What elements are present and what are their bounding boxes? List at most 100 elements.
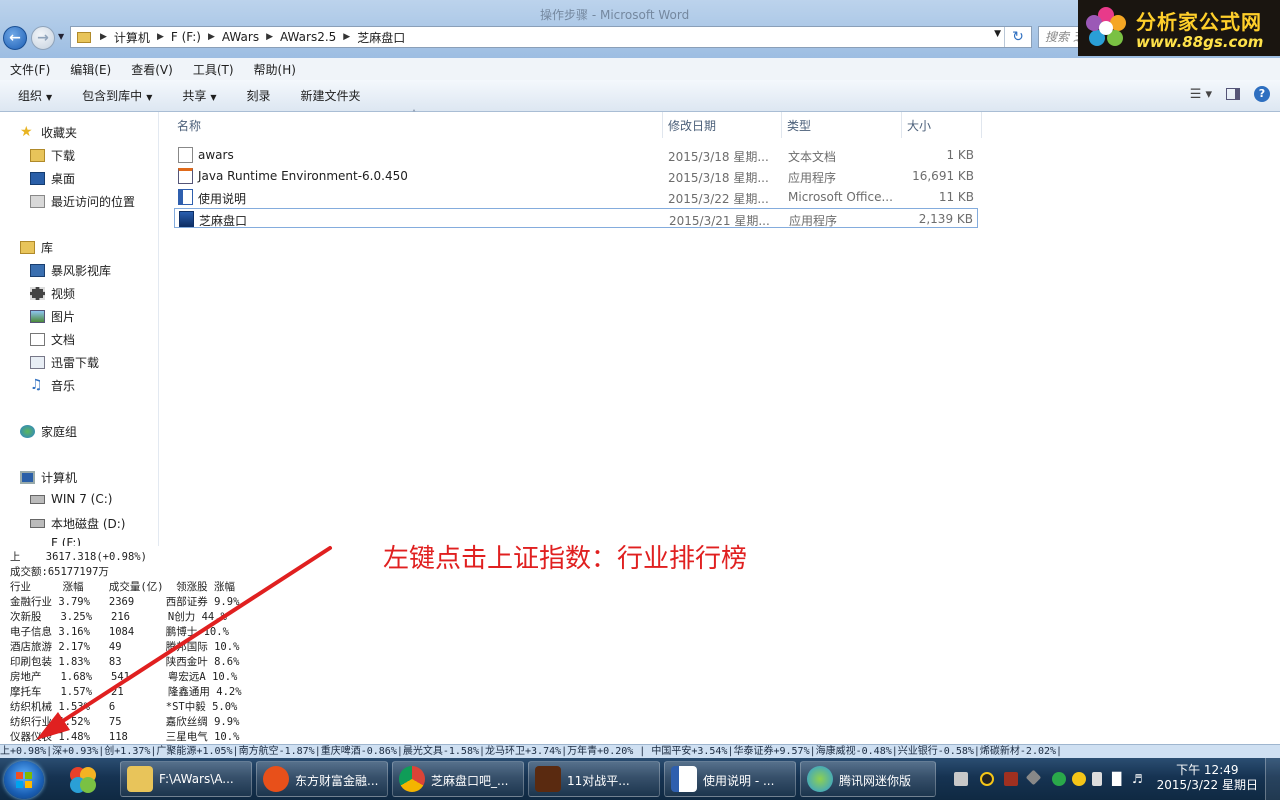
file-size: 11 KB <box>938 190 974 204</box>
nav-music[interactable]: ♫ 音乐 <box>30 377 75 394</box>
menu-tools[interactable]: 工具(T) <box>183 58 244 80</box>
show-desktop-button[interactable] <box>1265 758 1280 800</box>
volume-icon[interactable]: ♬ <box>1132 772 1146 786</box>
address-bar[interactable]: ▶ 计算机 ▶ F (F:) ▶ AWars ▶ AWars2.5 ▶ 芝麻盘口… <box>70 26 1032 48</box>
share-label: 共享 <box>182 89 207 103</box>
file-row[interactable]: 使用说明 2015/3/22 星期... Microsoft Office...… <box>174 187 978 207</box>
view-controls: ☰ ▾ ? <box>1190 86 1270 102</box>
plus-badge-icon[interactable] <box>1072 772 1086 786</box>
column-separator[interactable] <box>781 112 782 138</box>
nav-drive-d[interactable]: 本地磁盘 (D:) <box>30 515 125 532</box>
taskbar-item-game[interactable]: 11对战平... <box>528 761 660 797</box>
file-name: awars <box>198 148 234 162</box>
organize-button[interactable]: 组织 ▼ <box>0 87 64 104</box>
logo-url: www.88gs.com <box>1136 33 1264 51</box>
recent-places-icon <box>30 195 45 208</box>
film-icon <box>30 287 45 300</box>
chevron-right-icon[interactable]: ▶ <box>97 32 110 42</box>
taskbar-item-chrome[interactable]: 芝麻盘口吧_... <box>392 761 524 797</box>
breadcrumb-awars[interactable]: AWars <box>218 30 263 44</box>
file-date: 2015/3/22 星期... <box>668 192 769 206</box>
nav-homegroup[interactable]: 家庭组 <box>20 423 77 440</box>
nav-recent[interactable]: 最近访问的位置 <box>30 193 135 210</box>
nav-downloads[interactable]: 下载 <box>30 147 75 164</box>
menu-help[interactable]: 帮助(H) <box>244 58 306 80</box>
breadcrumb-zhima[interactable]: 芝麻盘口 <box>353 29 409 46</box>
diamond-icon[interactable] <box>1025 769 1042 786</box>
file-row-selected[interactable]: 芝麻盘口 2015/3/21 星期... 应用程序 2,139 KB <box>174 208 978 228</box>
nav-favorites[interactable]: ★ 收藏夹 <box>20 124 77 141</box>
watermark-logo: 分析家公式网 www.88gs.com <box>1078 0 1280 56</box>
file-type: Microsoft Office... <box>788 190 893 204</box>
nav-pictures[interactable]: 图片 <box>30 308 75 325</box>
address-dropdown-icon[interactable]: ▼ <box>994 29 1001 39</box>
homegroup-icon <box>20 425 35 438</box>
new-folder-button[interactable]: 新建文件夹 <box>283 87 373 104</box>
taskbar-item-tencent[interactable]: 腾讯网迷你版 <box>800 761 936 797</box>
column-separator[interactable] <box>662 112 663 138</box>
security-icon[interactable] <box>1052 772 1066 786</box>
nav-baofeng[interactable]: 暴风影视库 <box>30 262 111 279</box>
file-row[interactable]: Java Runtime Environment-6.0.450 2015/3/… <box>174 166 978 186</box>
menu-file[interactable]: 文件(F) <box>0 58 60 80</box>
taskbar-item-word[interactable]: 使用说明 - ... <box>664 761 796 797</box>
column-size[interactable]: 大小 <box>907 117 931 134</box>
chevron-down-icon: ▼ <box>210 93 217 102</box>
taskbar-label: 芝麻盘口吧_... <box>431 774 509 788</box>
back-button[interactable]: ← <box>3 26 27 50</box>
breadcrumb-computer[interactable]: 计算机 <box>110 29 154 46</box>
qq-icon[interactable] <box>980 772 994 786</box>
taskbar-item-eastmoney[interactable]: 东方财富金融... <box>256 761 388 797</box>
pinned-app[interactable] <box>58 761 110 797</box>
column-name[interactable]: 名称 <box>177 117 201 134</box>
breadcrumb-awars25[interactable]: AWars2.5 <box>276 30 340 44</box>
nav-documents[interactable]: 文档 <box>30 331 75 348</box>
app-tray-icon[interactable] <box>1004 772 1018 786</box>
menu-edit[interactable]: 编辑(E) <box>60 58 121 80</box>
nav-videos[interactable]: 视频 <box>30 285 75 302</box>
chevron-right-icon[interactable]: ▶ <box>340 32 353 42</box>
history-dropdown-icon[interactable]: ▼ <box>58 32 64 41</box>
column-date[interactable]: 修改日期 <box>668 117 716 134</box>
stock-ticker[interactable]: 上+0.98%|深+0.93%|创+1.37%|广聚能源+1.05%|南方航空-… <box>0 744 1280 759</box>
keyboard-icon[interactable] <box>954 772 968 786</box>
file-row[interactable]: awars 2015/3/18 星期... 文本文档 1 KB <box>174 145 978 165</box>
taskbar-label: F:\AWars\A... <box>159 772 234 786</box>
column-separator[interactable] <box>901 112 902 138</box>
help-icon[interactable]: ? <box>1254 86 1270 102</box>
nav-desktop[interactable]: 桌面 <box>30 170 75 187</box>
refresh-icon[interactable]: ↻ <box>1004 27 1031 47</box>
clock[interactable]: 下午 12:49 2015/3/22 星期日 <box>1157 763 1258 793</box>
burn-button[interactable]: 刻录 <box>229 87 283 104</box>
nav-label: 家庭组 <box>41 425 78 439</box>
nav-xunlei[interactable]: 迅雷下载 <box>30 354 99 371</box>
chevron-right-icon[interactable]: ▶ <box>263 32 276 42</box>
nav-computer[interactable]: 计算机 <box>20 469 77 486</box>
file-size: 2,139 KB <box>918 212 973 226</box>
nav-drive-c[interactable]: WIN 7 (C:) <box>30 492 112 506</box>
breadcrumb-drive-f[interactable]: F (F:) <box>167 30 205 44</box>
preview-pane-icon[interactable] <box>1226 88 1240 100</box>
nav-libraries[interactable]: 库 <box>20 239 53 256</box>
file-type: 应用程序 <box>788 171 837 185</box>
forward-button[interactable]: → <box>31 26 55 50</box>
column-type[interactable]: 类型 <box>787 117 811 134</box>
taskbar-item-explorer[interactable]: F:\AWars\A... <box>120 761 252 797</box>
app-chart-icon <box>179 211 194 227</box>
taskbar: F:\AWars\A... 东方财富金融... 芝麻盘口吧_... 11对战平.… <box>0 758 1280 800</box>
start-button[interactable] <box>4 761 44 799</box>
view-options-icon[interactable]: ☰ ▾ <box>1190 87 1212 102</box>
chevron-right-icon[interactable]: ▶ <box>205 32 218 42</box>
file-type: 文本文档 <box>788 150 837 164</box>
search-input[interactable]: 搜索 芝 <box>1038 26 1080 48</box>
organize-label: 组织 <box>18 89 43 103</box>
share-button[interactable]: 共享 ▼ <box>164 87 228 104</box>
include-library-button[interactable]: 包含到库中 ▼ <box>64 87 164 104</box>
column-separator[interactable] <box>981 112 982 138</box>
network-icon[interactable]: █ <box>1112 772 1126 786</box>
command-bar: 组织 ▼ 包含到库中 ▼ 共享 ▼ 刻录 新建文件夹 ☰ ▾ ? <box>0 80 1280 112</box>
usb-icon[interactable] <box>1092 772 1102 786</box>
menu-view[interactable]: 查看(V) <box>121 58 183 80</box>
chevron-right-icon[interactable]: ▶ <box>154 32 167 42</box>
word-icon <box>671 766 697 792</box>
